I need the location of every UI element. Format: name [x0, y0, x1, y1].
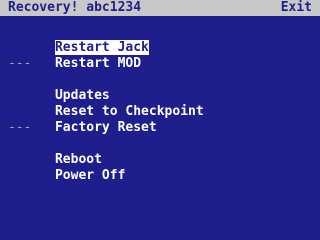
menu-item-power-off[interactable]: Power Off: [0, 152, 320, 183]
exit-label: Exit: [280, 0, 312, 15]
menu-item-updates[interactable]: Updates: [0, 72, 320, 103]
menu-item-factory-reset[interactable]: Factory Reset: [0, 104, 320, 135]
menu-item-restart-mod[interactable]: Restart MOD: [0, 40, 320, 71]
title-bar: Recovery! abc1234 Exit: [0, 0, 320, 46]
window-title: Recovery! abc1234: [8, 0, 142, 15]
menu-item-reboot[interactable]: Reboot: [0, 136, 320, 167]
exit-button[interactable]: Exit: [266, 0, 312, 46]
music-note-icon: [266, 0, 277, 46]
menu-item-restart-jack[interactable]: Restart Jack: [0, 24, 320, 55]
recovery-menu: Restart Jack Restart MOD --- Updates Res…: [0, 24, 320, 183]
recovery-screen: Recovery! abc1234 Exit Restart Jack Rest…: [0, 0, 320, 240]
menu-item-reset-to-checkpoint[interactable]: Reset to Checkpoint: [0, 88, 320, 119]
menu-item-label: Factory Reset: [54, 120, 157, 135]
menu-item-label: Power Off: [54, 168, 126, 183]
menu-item-label: Restart MOD: [54, 56, 142, 71]
